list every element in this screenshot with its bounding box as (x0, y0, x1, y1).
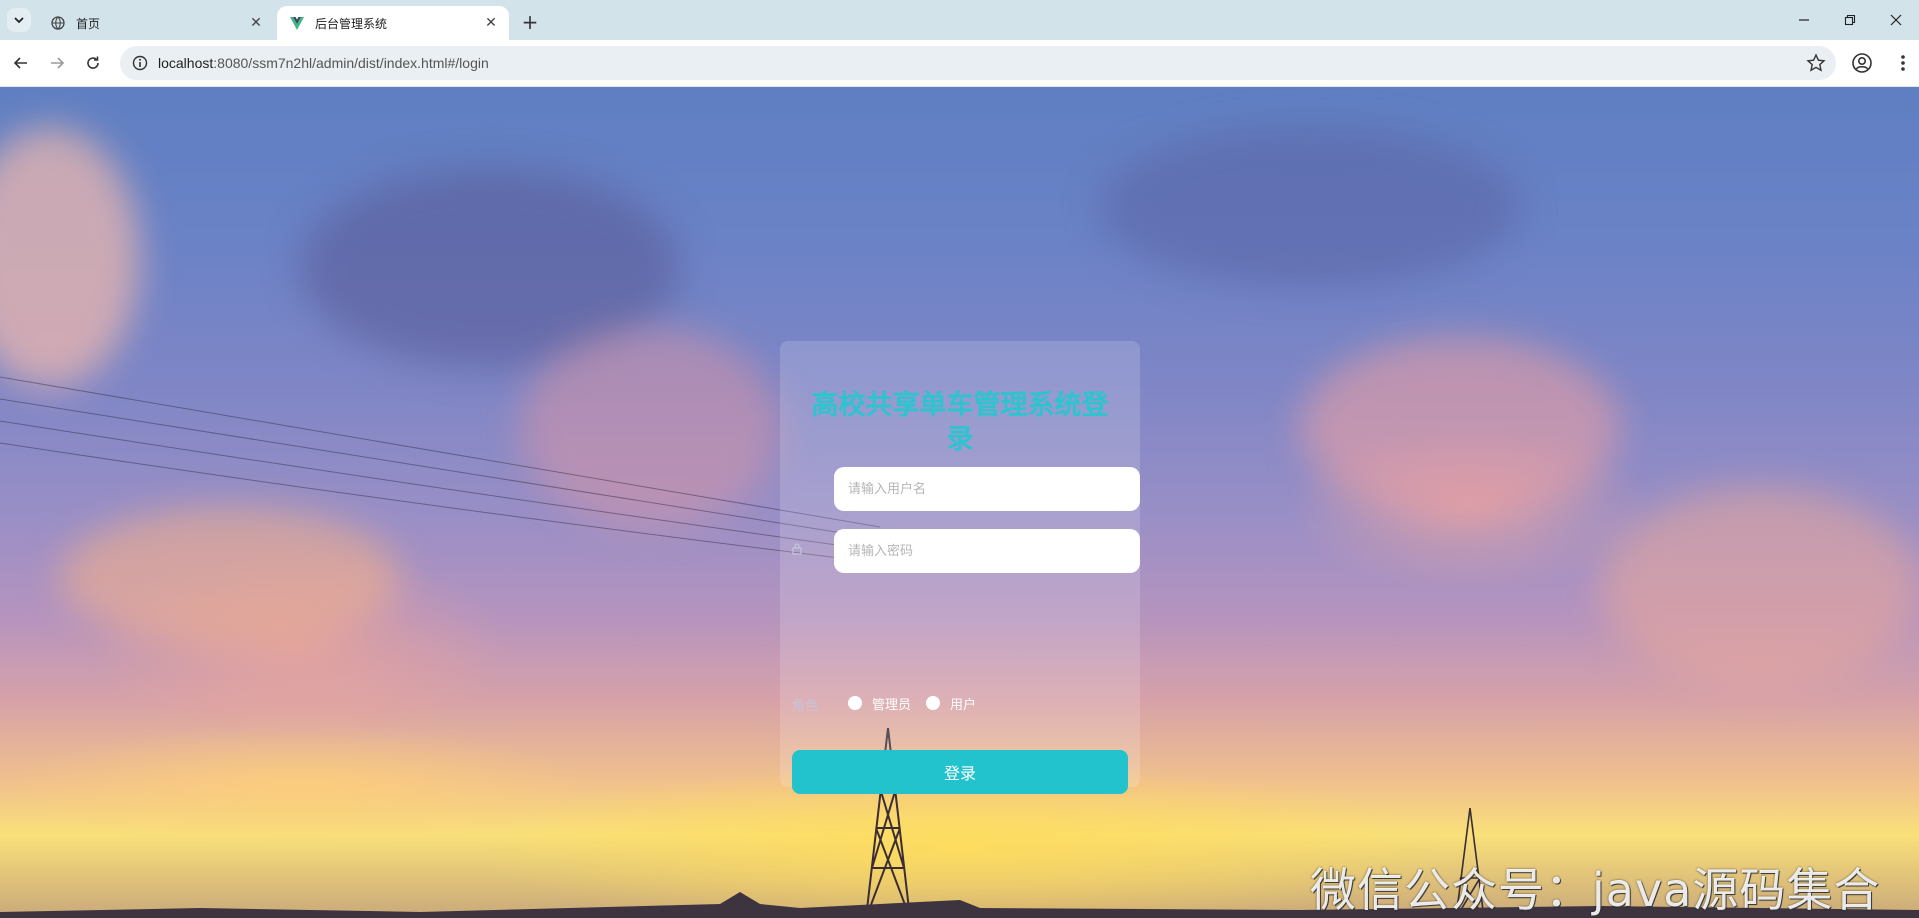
profile-icon[interactable] (1850, 51, 1874, 75)
close-icon[interactable]: ✕ (481, 13, 501, 33)
lock-icon (792, 543, 806, 557)
user-icon (792, 481, 806, 495)
close-window-icon[interactable] (1873, 0, 1919, 40)
address-bar[interactable]: localhost:8080/ssm7n2hl/admin/dist/index… (120, 46, 1836, 80)
tab-title: 后台管理系统 (315, 16, 388, 31)
close-icon[interactable]: ✕ (246, 13, 266, 33)
reload-icon[interactable] (80, 50, 106, 76)
tab-strip: 首页 ✕ 后台管理系统 ✕ + (0, 0, 1919, 40)
watermark-text: 微信公众号：java源码集合 (1310, 863, 1881, 917)
forward-icon[interactable] (44, 50, 70, 76)
role-radio-admin[interactable] (848, 696, 862, 710)
globe-icon (50, 15, 66, 31)
password-row (792, 529, 1140, 573)
role-option-label: 用户 (950, 698, 977, 713)
login-page-background: 高校共享单车管理系统登录 角色 管理员 用户 登录 微信公众号：java源码集合 (0, 87, 1919, 918)
browser-toolbar: localhost:8080/ssm7n2hl/admin/dist/index… (0, 40, 1919, 87)
login-button[interactable]: 登录 (792, 750, 1128, 794)
restore-icon[interactable] (1827, 0, 1873, 40)
site-info-icon[interactable] (132, 55, 148, 71)
role-selector: 角色 管理员 用户 (792, 691, 1128, 715)
tab-admin[interactable]: 后台管理系统 ✕ (277, 6, 509, 40)
new-tab-button[interactable]: + (518, 10, 542, 34)
bookmark-star-icon[interactable] (1806, 53, 1826, 73)
login-title: 高校共享单车管理系统登录 (811, 390, 1109, 455)
url-text: localhost:8080/ssm7n2hl/admin/dist/index… (158, 55, 489, 71)
back-icon[interactable] (8, 50, 34, 76)
tab-title: 首页 (76, 16, 101, 31)
more-menu-icon[interactable] (1893, 51, 1913, 75)
role-radio-user[interactable] (926, 696, 940, 710)
tab-home[interactable]: 首页 ✕ (38, 6, 274, 40)
login-card: 高校共享单车管理系统登录 角色 管理员 用户 登录 (780, 341, 1140, 794)
username-row (792, 467, 1140, 511)
tab-search-button[interactable] (7, 8, 31, 32)
role-option-label: 管理员 (872, 698, 912, 713)
vue-logo-icon (289, 15, 305, 31)
chevron-down-icon (14, 17, 24, 24)
role-label: 角色 (792, 699, 819, 714)
username-input[interactable] (834, 467, 1140, 511)
minimize-icon[interactable] (1781, 0, 1827, 40)
password-input[interactable] (834, 529, 1140, 573)
